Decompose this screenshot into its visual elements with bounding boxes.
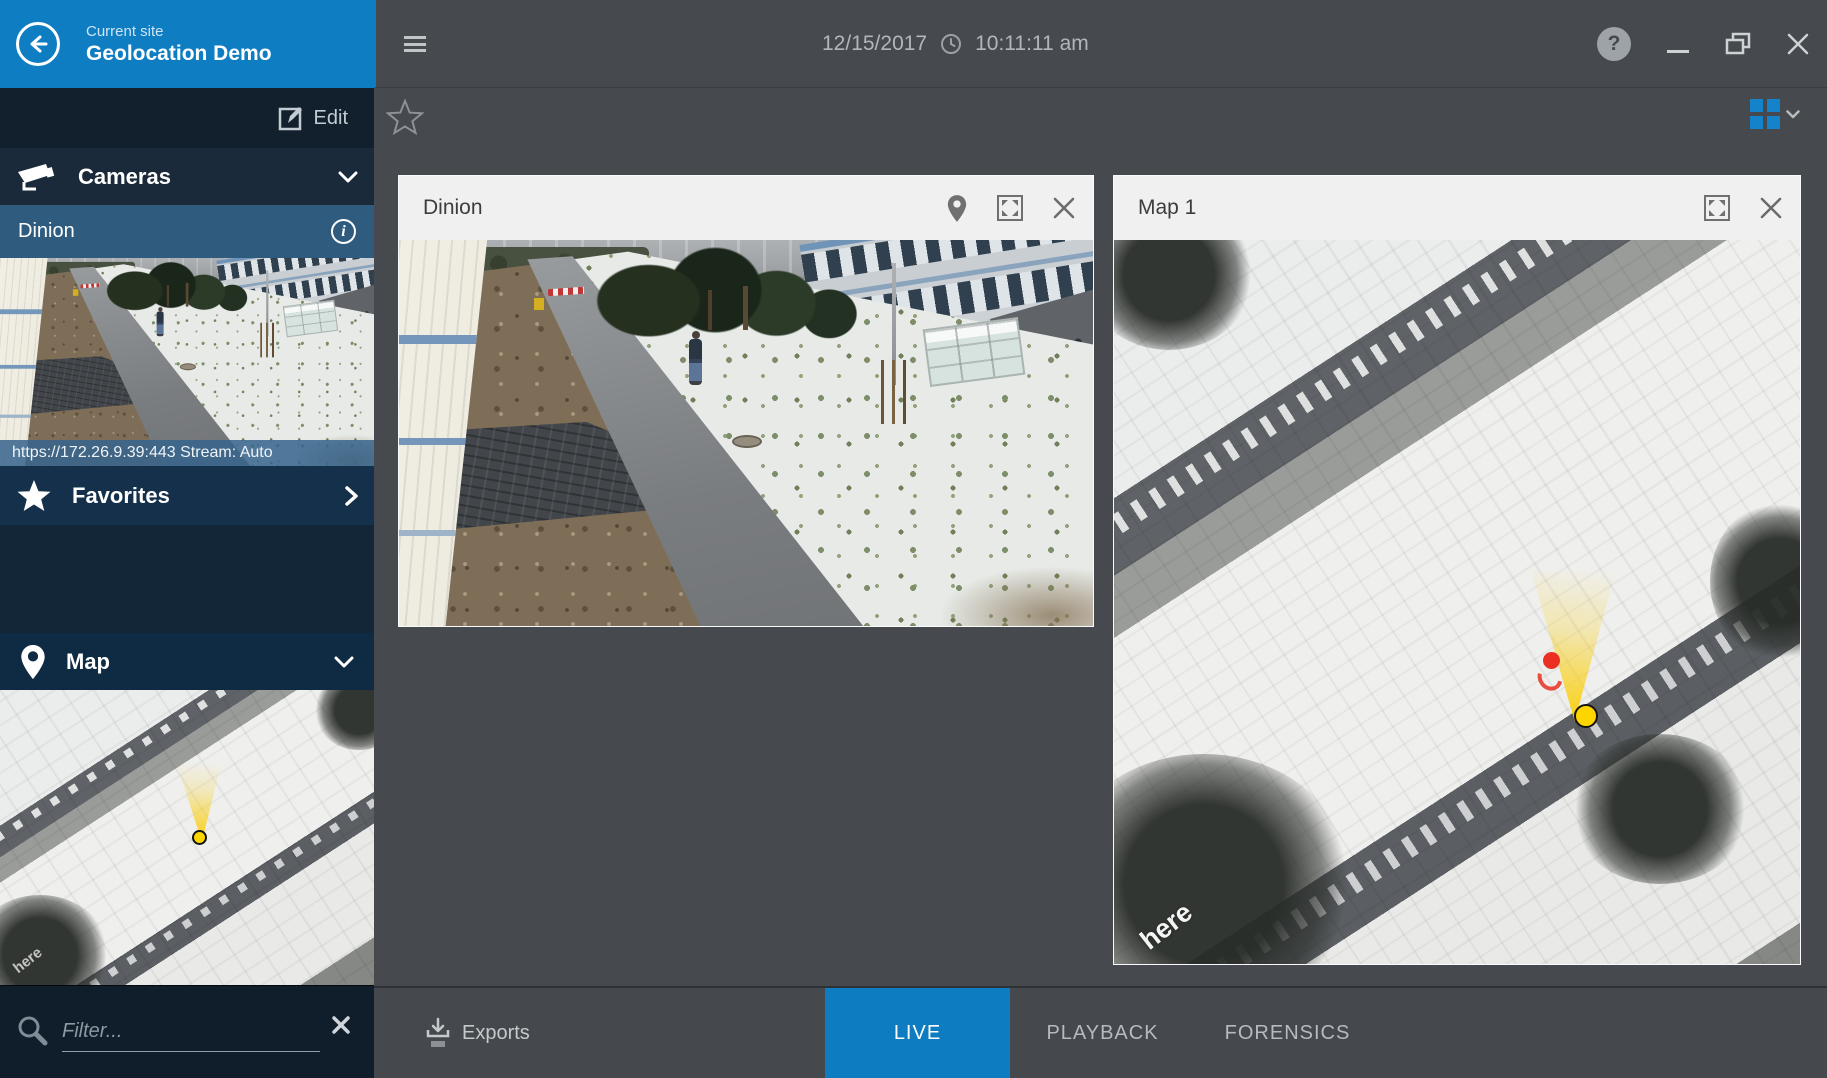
tab-live[interactable]: LIVE [825, 988, 1010, 1078]
panel-title: Dinion [423, 196, 947, 220]
close-panel-icon[interactable] [1760, 197, 1782, 219]
panel-title: Map 1 [1138, 196, 1702, 220]
edit-label: Edit [314, 107, 348, 130]
trees-blob [1570, 734, 1750, 884]
scene-layer [105, 258, 255, 325]
chevron-right-icon [345, 486, 358, 506]
search-icon [16, 1014, 48, 1046]
cameras-label: Cameras [78, 164, 171, 190]
tab-forensics[interactable]: FORENSICS [1195, 988, 1380, 1078]
layout-selector[interactable] [1750, 99, 1800, 129]
map-view[interactable]: here [1114, 240, 1800, 964]
scene-layer [534, 298, 544, 310]
camera-marker[interactable] [1574, 704, 1598, 728]
sidebar-spacer [0, 525, 374, 633]
help-icon[interactable]: ? [1597, 27, 1631, 61]
sidebar-section-favorites[interactable]: Favorites [0, 466, 374, 525]
camera-video-view[interactable] [399, 240, 1093, 626]
datetime-display[interactable]: 12/15/2017 10:11:11 am [822, 0, 1089, 88]
site-header: Current site Geolocation Demo [0, 0, 374, 88]
window-controls: ? [1597, 0, 1809, 88]
aerial-map: here [1114, 240, 1800, 964]
chevron-down-icon [338, 171, 358, 183]
scene-layer [167, 285, 169, 307]
person-figure [688, 331, 703, 385]
camera-thumbnail-scene-wrap [0, 258, 374, 466]
person-marker[interactable] [1543, 652, 1560, 669]
scene-layer [593, 240, 871, 364]
aerial-thumb: here [0, 690, 374, 985]
app-window: Current site Geolocation Demo Edit Camer… [0, 0, 1827, 1078]
chevron-down-icon [1786, 110, 1800, 119]
panel-header: Dinion [399, 176, 1093, 240]
panel-header: Map 1 [1114, 176, 1800, 240]
time-text: 10:11:11 am [975, 32, 1089, 56]
maximize-icon[interactable] [1702, 193, 1732, 223]
star-icon [16, 479, 52, 513]
info-icon[interactable]: i [331, 219, 356, 244]
close-icon[interactable] [1787, 33, 1809, 55]
camera-scene-thumb [0, 258, 374, 466]
clock-icon [940, 33, 962, 55]
scene-layer [185, 283, 188, 307]
scene-layer [881, 360, 907, 424]
back-arrow-icon [26, 32, 50, 56]
favorite-view-star-icon[interactable] [386, 99, 424, 135]
camera-icon [16, 162, 58, 192]
stream-info: https://172.26.9.39:443 Stream: Auto [0, 440, 374, 466]
site-name: Geolocation Demo [86, 42, 272, 66]
map-label: Map [66, 649, 110, 675]
edit-icon [278, 105, 304, 131]
site-label: Current site [86, 23, 272, 40]
scene-layer [73, 289, 78, 295]
sidebar-section-map[interactable]: Map [0, 633, 374, 690]
minimize-icon[interactable] [1667, 50, 1689, 53]
camera-scene [399, 240, 1093, 626]
layout-grid-icon [1750, 99, 1780, 129]
back-button[interactable] [16, 22, 60, 66]
maximize-icon[interactable] [995, 193, 1025, 223]
exports-download-icon [424, 1017, 452, 1049]
favorites-label: Favorites [72, 483, 170, 509]
filter-bar [0, 985, 374, 1078]
scene-layer [260, 323, 274, 358]
camera-marker [192, 830, 207, 845]
close-panel-icon[interactable] [1053, 197, 1075, 219]
scene-layer [708, 290, 712, 330]
site-info: Current site Geolocation Demo [86, 23, 272, 66]
sidebar-item-dinion[interactable]: Dinion i [0, 205, 374, 258]
restore-icon[interactable] [1725, 32, 1751, 56]
edit-button[interactable]: Edit [0, 88, 374, 148]
chevron-down-icon [334, 656, 354, 668]
camera-thumbnail[interactable]: https://172.26.9.39:443 Stream: Auto [0, 258, 374, 466]
filter-input[interactable] [62, 1012, 320, 1052]
titlebar: 12/15/2017 10:11:11 am ? [374, 0, 1827, 88]
exports-button[interactable]: Exports [424, 988, 530, 1078]
tab-playback[interactable]: PLAYBACK [1010, 988, 1195, 1078]
mode-tabs: LIVE PLAYBACK FORENSICS [825, 988, 1380, 1078]
clear-filter-icon[interactable] [332, 1016, 350, 1034]
camera-panel-dinion: Dinion [398, 175, 1094, 627]
location-pin-icon[interactable] [947, 195, 967, 222]
bottombar: Exports LIVE PLAYBACK FORENSICS [374, 986, 1827, 1078]
map-pin-icon [20, 645, 46, 679]
sidebar-section-cameras[interactable]: Cameras [0, 148, 374, 205]
map-thumbnail[interactable]: here [0, 690, 374, 985]
map-panel: Map 1 here [1113, 175, 1801, 965]
scene-layer [743, 286, 748, 330]
camera-name: Dinion [18, 220, 75, 243]
person-figure [156, 307, 164, 336]
hamburger-menu-icon[interactable] [404, 36, 426, 52]
date-text: 12/15/2017 [822, 32, 927, 56]
sidebar: Current site Geolocation Demo Edit Camer… [0, 0, 374, 1078]
exports-label: Exports [462, 1022, 530, 1045]
